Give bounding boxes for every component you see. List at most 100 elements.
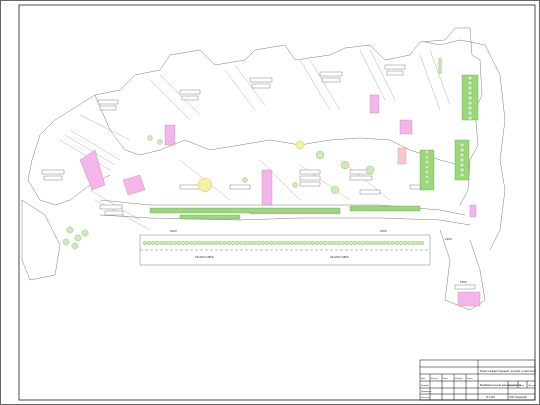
tree-symbol: [459, 147, 465, 153]
tree-symbol: [247, 240, 253, 246]
sheet-col-label: Лист: [519, 385, 525, 387]
tree-symbol: [277, 240, 282, 246]
tree-symbol: [459, 152, 465, 158]
tree-symbol: [467, 80, 473, 86]
tree-symbol: [273, 240, 278, 246]
tree-symbol: [467, 100, 473, 106]
tree-symbol: [214, 240, 219, 246]
project-name: Многоквартирный жилой комплекс: [480, 369, 537, 373]
tree-symbol: [467, 90, 473, 96]
role-norm: Н.контр.: [421, 397, 430, 399]
tree-symbol: [459, 162, 465, 168]
tree-symbol: [361, 240, 366, 246]
row-label-sign: Подп.: [467, 378, 473, 380]
tree-symbol: [340, 160, 350, 170]
tree-symbol: [62, 238, 70, 246]
tree-symbol: [252, 240, 257, 246]
tree-symbol: [459, 167, 465, 173]
tree-symbol: [281, 240, 286, 246]
tree-symbol: [285, 240, 290, 246]
tree-symbol: [336, 240, 341, 246]
tree-symbol: [327, 240, 332, 246]
tree-symbol: [348, 240, 353, 246]
tree-symbol: [420, 240, 425, 246]
tree-symbol: [172, 240, 177, 246]
dim-label-6: 1500: [460, 280, 467, 284]
org-name: ООО Ландшафт: [509, 396, 528, 399]
tree-symbol: [184, 240, 190, 246]
tree-symbol: [467, 75, 473, 81]
tree-symbol: [242, 177, 248, 183]
tree-symbol: [399, 240, 404, 246]
tree-symbol: [357, 240, 362, 246]
tree-symbol: [438, 58, 442, 62]
tree-symbol: [323, 240, 328, 246]
tree-symbol: [424, 169, 430, 175]
tree-symbol: [147, 240, 152, 246]
row-label-sheet: Лист: [443, 378, 449, 380]
tree-symbol: [66, 226, 74, 234]
tree-symbol: [467, 85, 473, 91]
stage-col-label: Стадия: [509, 385, 517, 387]
tree-symbol: [424, 179, 430, 185]
tree-symbol: [218, 240, 223, 246]
tree-symbol: [189, 240, 194, 246]
tree-symbol: [424, 149, 430, 155]
tree-symbol: [424, 159, 430, 165]
dim-label-2: 24x200=4800: [330, 255, 349, 259]
tree-symbol: [157, 139, 163, 145]
tree-symbol: [467, 115, 473, 121]
tree-symbol: [193, 240, 198, 246]
dim-label-3: 2000: [170, 229, 177, 233]
tree-symbol: [467, 105, 473, 111]
tree-symbol: [168, 240, 173, 246]
tree-symbol: [155, 240, 160, 246]
tree-symbol: [302, 240, 307, 246]
tree-symbol: [411, 240, 416, 246]
tree-symbol: [369, 240, 374, 246]
tree-symbol: [292, 182, 298, 188]
tree-symbol: [205, 240, 211, 246]
tree-symbol: [459, 142, 465, 148]
tree-symbol: [424, 154, 430, 160]
tree-symbol: [365, 165, 375, 175]
tree-symbol: [330, 185, 340, 195]
tree-symbol: [424, 174, 430, 180]
tree-symbol: [180, 240, 185, 246]
tree-symbol: [197, 240, 202, 246]
role-dev: Разраб.: [421, 384, 429, 387]
tree-symbol: [467, 110, 473, 116]
tree-symbol: [298, 240, 303, 246]
tree-symbol: [256, 240, 261, 246]
tree-symbol: [438, 70, 442, 74]
tree-symbol: [264, 240, 269, 246]
tree-symbol: [407, 240, 412, 246]
tree-symbol: [268, 240, 274, 246]
tree-symbol: [239, 240, 244, 246]
tree-symbol: [222, 240, 227, 246]
tree-symbol: [142, 240, 148, 246]
tree-symbol: [424, 164, 430, 170]
tree-symbol: [151, 240, 156, 246]
tree-symbol: [415, 240, 421, 246]
tree-symbol: [81, 229, 89, 237]
tree-symbol: [201, 240, 206, 246]
tree-symbol: [176, 240, 181, 246]
tree-symbol: [344, 240, 349, 246]
tree-symbol: [315, 240, 320, 246]
tree-symbol: [71, 242, 79, 250]
tree-symbol: [390, 240, 395, 246]
tree-symbol: [226, 240, 232, 246]
tree-symbol: [231, 240, 236, 246]
row-label-count: Кол.уч.: [431, 378, 439, 380]
drawing-sheet: Многоквартирный жилой комплекс Разбивочн…: [0, 0, 540, 405]
tree-symbol: [294, 240, 299, 246]
dim-label-4: 2000: [380, 229, 387, 233]
tree-symbol: [74, 234, 82, 242]
tree-symbol: [365, 240, 370, 246]
tree-symbol: [331, 240, 337, 246]
tree-symbol: [438, 66, 442, 70]
tree-symbol: [438, 62, 442, 66]
tree-symbol: [210, 240, 215, 246]
tree-symbol: [382, 240, 387, 246]
